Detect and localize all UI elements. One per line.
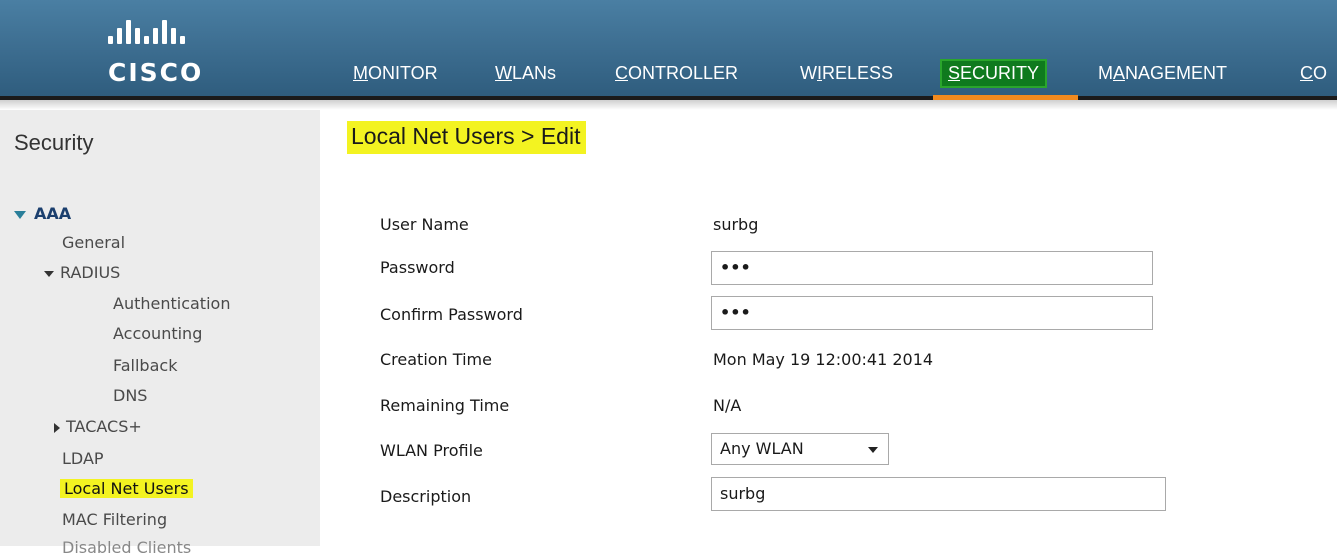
topbar-shadow [0, 100, 1337, 110]
sidebar-title: Security [14, 130, 94, 155]
wlan-profile-selected-value: Any WLAN [720, 439, 804, 458]
page-title: Local Net Users > Edit [347, 121, 587, 154]
creation-time-label: Creation Time [380, 350, 492, 369]
sidebar: Security AAA General RADIUS Authenticati… [0, 110, 320, 557]
cisco-logo: CISCO [108, 20, 238, 90]
sidebar-item-fallback[interactable]: Fallback [113, 356, 177, 375]
menu-controller[interactable]: CONTROLLER [615, 63, 738, 84]
sidebar-item-disabled-clients[interactable]: Disabled Clients [62, 538, 191, 557]
sidebar-item-tacacs[interactable]: TACACS+ [54, 417, 142, 436]
sidebar-item-accounting[interactable]: Accounting [113, 324, 202, 343]
remaining-time-value: N/A [713, 396, 742, 415]
cisco-logo-text: CISCO [108, 58, 204, 87]
sidebar-item-aaa[interactable]: AAA [14, 204, 71, 223]
sidebar-item-dns[interactable]: DNS [113, 386, 147, 405]
menu-management[interactable]: MANAGEMENT [1098, 63, 1227, 84]
wlan-profile-select[interactable]: Any WLAN [711, 433, 889, 465]
confirm-password-label: Confirm Password [380, 305, 523, 324]
dropdown-arrow-icon [868, 447, 878, 453]
sidebar-item-local-net-users[interactable]: Local Net Users [60, 479, 193, 498]
sidebar-item-mac-filtering[interactable]: MAC Filtering [62, 510, 167, 529]
menu-security[interactable]: SECURITY [942, 61, 1046, 86]
remaining-time-label: Remaining Time [380, 396, 510, 415]
user-name-label: User Name [380, 215, 469, 234]
description-field[interactable]: surbg [711, 477, 1166, 511]
top-navigation-bar: CISCO MONITOR WLANs CONTROLLER WIRELESS … [0, 0, 1337, 96]
expanded-triangle-icon [14, 210, 26, 219]
menu-wlans[interactable]: WLANs [495, 63, 556, 84]
wlan-profile-label: WLAN Profile [380, 441, 483, 460]
sidebar-item-ldap[interactable]: LDAP [62, 449, 104, 468]
expanded-arrow-icon [44, 270, 54, 277]
collapsed-arrow-icon [54, 422, 60, 433]
menu-commands-truncated[interactable]: CO [1300, 63, 1327, 84]
menu-wireless[interactable]: WIRELESS [800, 63, 893, 84]
sidebar-item-general[interactable]: General [62, 233, 125, 252]
cisco-logo-bars-icon [108, 20, 208, 44]
menu-monitor[interactable]: MONITOR [353, 63, 438, 84]
creation-time-value: Mon May 19 12:00:41 2014 [713, 350, 934, 369]
password-label: Password [380, 258, 455, 277]
user-name-value: surbg [713, 215, 759, 234]
confirm-password-field[interactable]: ••• [711, 296, 1153, 330]
sidebar-item-radius[interactable]: RADIUS [44, 263, 120, 282]
description-label: Description [380, 487, 472, 506]
password-field[interactable]: ••• [711, 251, 1153, 285]
sidebar-item-authentication[interactable]: Authentication [113, 294, 230, 313]
